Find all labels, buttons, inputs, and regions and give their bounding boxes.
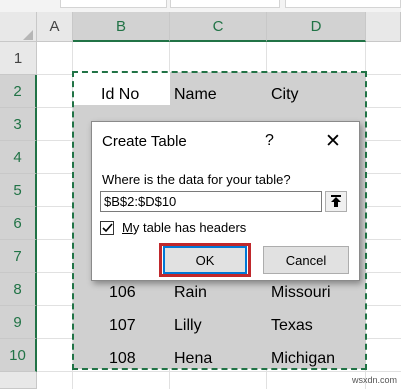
has-headers-label[interactable]: My table has headers xyxy=(122,220,246,235)
row-header-4[interactable]: 4 xyxy=(0,141,37,174)
dialog-title: Create Table xyxy=(102,133,187,150)
checkmark-icon xyxy=(101,223,113,233)
gridline xyxy=(37,371,401,372)
row-header-10[interactable]: 10 xyxy=(0,339,37,372)
cancel-button[interactable]: Cancel xyxy=(263,246,349,274)
range-input[interactable]: $B$2:$D$10 xyxy=(100,191,322,212)
row-header-3[interactable]: 3 xyxy=(0,108,37,141)
formula-input[interactable] xyxy=(170,0,280,8)
row-header-1[interactable]: 1 xyxy=(0,42,37,75)
row-header-5[interactable]: 5 xyxy=(0,174,37,207)
close-button[interactable]: ✕ xyxy=(325,130,341,153)
column-header-d[interactable]: D xyxy=(267,12,366,42)
row-header-2[interactable]: 2 xyxy=(0,75,37,108)
name-box[interactable] xyxy=(60,0,167,8)
has-headers-label-accesskey: M xyxy=(122,220,133,235)
row-header-11[interactable] xyxy=(0,372,37,389)
collapse-dialog-button[interactable] xyxy=(325,191,347,212)
range-prompt-label: Where is the data for your table? xyxy=(102,172,291,187)
formula-bar-strip xyxy=(0,0,401,12)
watermark: wsxdn.com xyxy=(352,375,398,385)
column-header-e[interactable] xyxy=(366,12,401,42)
row-header-7[interactable]: 7 xyxy=(0,240,37,273)
row-header-6[interactable]: 6 xyxy=(0,207,37,240)
formula-input-extension[interactable] xyxy=(285,0,401,8)
row-header-8[interactable]: 8 xyxy=(0,273,37,306)
select-all-triangle-icon xyxy=(23,30,33,40)
has-headers-checkbox[interactable] xyxy=(100,221,114,235)
row-header-9[interactable]: 9 xyxy=(0,306,37,339)
column-header-a[interactable]: A xyxy=(37,12,73,42)
ok-highlight-annotation xyxy=(159,243,251,277)
collapse-arrow-icon xyxy=(331,195,341,207)
help-button[interactable]: ? xyxy=(265,132,274,150)
has-headers-label-text: y table has headers xyxy=(132,220,247,235)
column-header-b[interactable]: B xyxy=(73,12,170,42)
column-header-c[interactable]: C xyxy=(170,12,267,42)
